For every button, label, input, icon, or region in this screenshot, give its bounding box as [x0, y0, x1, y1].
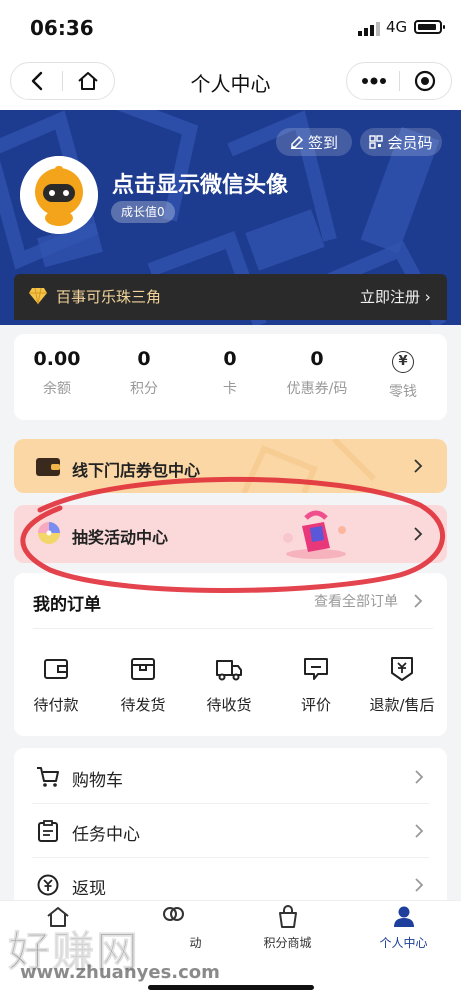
prize-wheel-icon: [38, 522, 60, 544]
refund-icon: [391, 657, 413, 681]
chevron-right-icon: [414, 594, 423, 608]
growth-value-badge: 成长值0: [111, 201, 175, 223]
tab-points-mall[interactable]: 积分商城: [230, 904, 345, 951]
gift-box-illustration: [283, 510, 346, 559]
divider: [33, 628, 433, 629]
home-button[interactable]: [72, 64, 104, 98]
view-all-orders-link[interactable]: 查看全部订单: [314, 591, 398, 611]
pencil-icon: [290, 135, 304, 149]
member-code-label: 会员码: [387, 133, 433, 152]
lottery-center-label: 抽奖活动中心: [72, 528, 169, 547]
coupons-label: 优惠券/码: [286, 381, 348, 397]
qrcode-icon: [369, 135, 384, 149]
tab-label: 积分商城: [263, 936, 312, 950]
chevron-left-icon: [31, 71, 43, 91]
menu-label: 返现: [72, 879, 106, 899]
clipboard-icon: [38, 820, 58, 842]
points-label: 积分: [130, 381, 158, 397]
order-pending-payment[interactable]: 待付款: [14, 654, 98, 715]
orders-title: 我的订单: [33, 595, 101, 615]
order-label: 待发货: [120, 696, 166, 714]
menu-label: 任务中心: [72, 825, 140, 845]
balance-label: 余额: [43, 381, 71, 397]
nickname-prompt[interactable]: 点击显示微信头像: [112, 167, 288, 199]
chevron-right-icon: [415, 878, 424, 892]
wallet-icon: [36, 458, 60, 476]
tab-profile[interactable]: 个人中心: [346, 904, 461, 951]
yuan-icon: ¥: [392, 350, 414, 373]
close-miniprogram-button[interactable]: [408, 64, 442, 98]
capsule-divider: [62, 71, 63, 91]
order-pending-shipment[interactable]: 待发货: [101, 654, 185, 715]
watermark-url: www.zhuanyes.com: [20, 962, 220, 983]
target-circle-icon: [414, 70, 436, 92]
network-label: 4G: [386, 18, 408, 36]
coupon-center-label: 线下门店券包中心: [72, 461, 201, 480]
diamond-icon: [29, 287, 47, 305]
chevron-right-icon: [415, 770, 424, 784]
chevron-right-icon: [414, 459, 423, 473]
checkin-label: 签到: [307, 133, 338, 152]
capsule-divider: [399, 71, 400, 91]
order-label: 待收货: [206, 696, 252, 714]
avatar[interactable]: [20, 156, 98, 234]
checkin-button[interactable]: 签到: [276, 128, 352, 156]
wallet-points[interactable]: 0 积分: [101, 348, 187, 398]
points-value: 0: [137, 348, 151, 370]
member-code-button[interactable]: 会员码: [360, 128, 442, 156]
tab-label: 个人中心: [379, 936, 428, 950]
signal-icon: [358, 22, 380, 36]
cart-icon: [37, 767, 59, 787]
order-refund[interactable]: 退款/售后: [360, 654, 444, 715]
order-review[interactable]: 评价: [274, 654, 358, 715]
cards-label: 卡: [223, 381, 237, 397]
menu-item-tasks[interactable]: 任务中心: [14, 804, 447, 858]
wallet-balance[interactable]: 0.00 余额: [14, 348, 100, 398]
chevron-right-icon: [415, 824, 424, 838]
profile-icon: [393, 906, 414, 927]
wallet-icon: [44, 659, 68, 679]
battery-icon: [414, 20, 445, 34]
menu-label: 购物车: [72, 771, 123, 791]
comment-icon: [304, 658, 328, 680]
order-label: 退款/售后: [369, 696, 435, 714]
cards-value: 0: [223, 348, 237, 370]
home-icon: [78, 72, 98, 90]
shopping-bag-icon: [278, 905, 297, 928]
register-button[interactable]: 立即注册 ›: [360, 286, 431, 307]
brand-name: 百事可乐珠三角: [56, 288, 162, 306]
events-icon: [162, 907, 184, 921]
wallet-change[interactable]: ¥ 零钱: [360, 348, 446, 401]
more-dots-icon: [362, 77, 386, 85]
box-icon: [131, 658, 155, 680]
change-label: 零钱: [389, 383, 417, 400]
wallet-coupons[interactable]: 0 优惠券/码: [274, 348, 360, 398]
status-time: 06:36: [30, 16, 94, 40]
more-button[interactable]: [356, 64, 392, 98]
home-indicator: [148, 985, 314, 990]
wallet-cards[interactable]: 0 卡: [187, 348, 273, 398]
chevron-right-icon: [414, 527, 423, 541]
coupons-value: 0: [310, 348, 324, 370]
back-button[interactable]: [22, 64, 52, 98]
order-label: 待付款: [33, 696, 79, 714]
order-label: 评价: [300, 696, 331, 714]
order-pending-receipt[interactable]: 待收货: [187, 654, 271, 715]
balance-value: 0.00: [33, 348, 81, 370]
menu-item-cart[interactable]: 购物车: [14, 750, 447, 804]
cashback-icon: [37, 874, 59, 896]
truck-icon: [216, 660, 242, 681]
